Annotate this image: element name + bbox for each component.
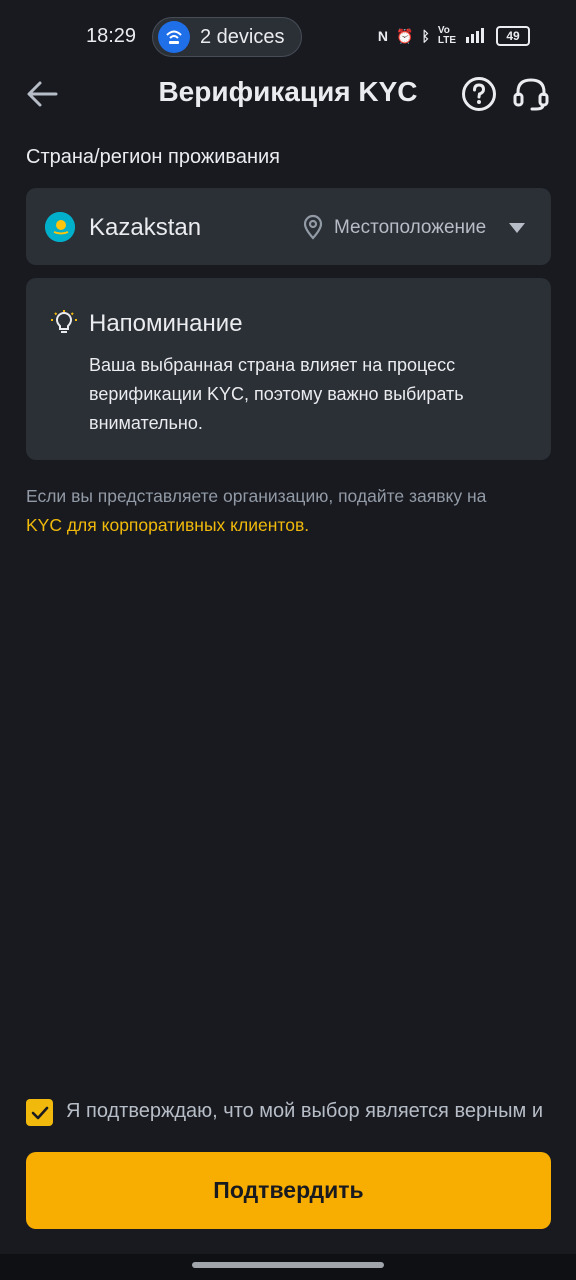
submit-button[interactable]: Подтвердить [26,1152,551,1229]
bluetooth-icon: ᛒ [421,28,430,44]
battery-icon: 49 [496,26,530,46]
org-note-text: Если вы представляете организацию, подай… [26,486,487,506]
arrow-left-icon [27,81,58,107]
devices-pill[interactable]: 2 devices [152,17,302,57]
country-name: Kazakstan [89,214,202,241]
headset-icon [513,78,549,111]
hotspot-icon [158,21,190,53]
residence-label: Страна/регион проживания [26,146,280,168]
signal-4g-icon [464,27,488,46]
help-button[interactable] [461,76,497,112]
volte-icon: Vo LTE [437,25,456,46]
lightbulb-icon [51,310,77,341]
country-select[interactable]: Kazakstan Местоположение [26,188,551,265]
status-icons: N ⏰ ᛒ Vo LTE 49 [378,26,530,46]
home-indicator[interactable] [192,1262,384,1268]
app-header: Верификация KYC [0,70,576,118]
support-button[interactable] [512,76,550,112]
question-circle-icon [462,77,496,111]
checkmark-icon [31,1106,48,1119]
caret-down-icon[interactable] [508,221,526,239]
nfc-icon: N [377,28,388,44]
reminder-title: Напоминание [89,310,243,337]
confirm-checkbox[interactable] [26,1099,53,1126]
kazakhstan-flag-icon [45,212,75,242]
kyc-screen: 18:29 2 devices N ⏰ ᛒ Vo LTE 49 Верифика… [0,0,576,1280]
location-pin-icon [302,214,324,245]
status-bar: 18:29 2 devices N ⏰ ᛒ Vo LTE 49 [0,0,576,72]
reminder-card: Напоминание Ваша выбранная страна влияет… [26,278,551,460]
corporate-kyc-link[interactable]: KYC для корпоративных клиентов. [26,515,309,535]
status-time: 18:29 [86,25,137,47]
confirm-text: Я подтверждаю, что мой выбор является ве… [66,1100,543,1122]
org-note: Если вы представляете организацию, подай… [26,482,556,540]
alarm-icon: ⏰ [396,27,414,44]
devices-label: 2 devices [200,25,285,48]
back-button[interactable] [26,78,66,110]
confirm-row[interactable]: Я подтверждаю, что мой выбор является ве… [26,1098,576,1128]
location-label[interactable]: Местоположение [334,217,486,239]
reminder-body: Ваша выбранная страна влияет на процесс … [89,355,464,433]
